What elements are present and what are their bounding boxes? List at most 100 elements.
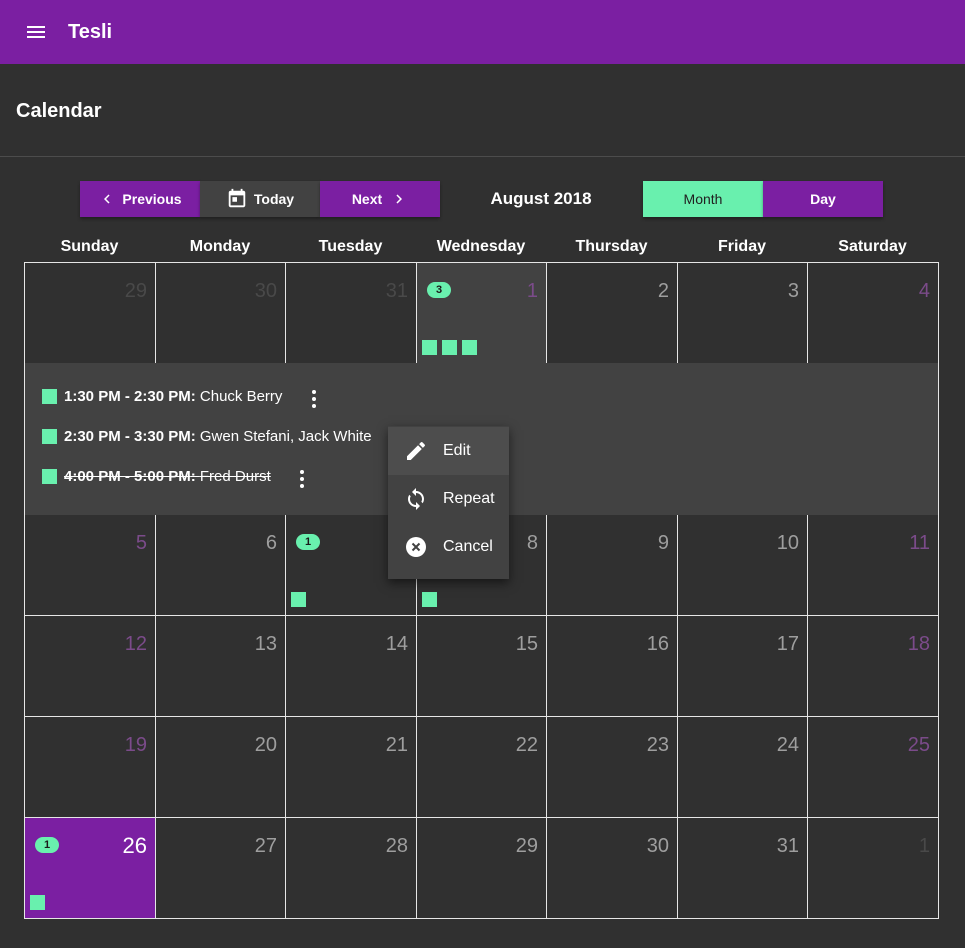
event-count-badge: 3 (427, 282, 451, 298)
day-cell[interactable]: 27 (155, 817, 286, 919)
event-color-square (42, 429, 57, 444)
month-label: August 2018 (490, 189, 592, 208)
day-number: 23 (646, 734, 669, 756)
day-cell[interactable]: 9 (546, 514, 678, 616)
event-indicator[interactable] (30, 895, 45, 910)
day-number: 29 (124, 280, 147, 302)
day-cell[interactable]: 14 (285, 615, 417, 717)
event-names: Fred Durst (199, 468, 271, 485)
day-number: 25 (907, 734, 930, 756)
day-number: 13 (254, 633, 277, 655)
day-number: 1 (918, 835, 930, 857)
day-cell[interactable]: 31 (677, 817, 808, 919)
day-cell[interactable]: 24 (677, 716, 808, 818)
menu-item-edit[interactable]: Edit (388, 427, 509, 475)
day-number: 29 (515, 835, 538, 857)
day-number: 30 (646, 835, 669, 857)
menu-icon[interactable] (24, 20, 48, 44)
day-cell[interactable]: 17 (677, 615, 808, 717)
cancel-circle-icon (406, 537, 426, 557)
day-number: 4 (918, 280, 930, 302)
event-context-menu: Edit Repeat Cancel (388, 426, 509, 579)
month-view-button[interactable]: Month (643, 181, 763, 217)
day-cell[interactable]: 19 (24, 716, 156, 818)
day-number: 3 (787, 280, 799, 302)
menu-item-cancel[interactable]: Cancel (388, 523, 509, 571)
weekday-header: Wednesday (436, 238, 526, 255)
day-number: 21 (385, 734, 408, 756)
day-cell[interactable]: 29 (416, 817, 547, 919)
app-title: Tesli (68, 21, 113, 43)
day-cell[interactable]: 29 (24, 262, 156, 364)
event-color-square (42, 389, 57, 404)
today-button[interactable]: Today (200, 181, 320, 217)
day-number: 20 (254, 734, 277, 756)
day-cell[interactable]: 22 (416, 716, 547, 818)
event-indicator[interactable] (442, 340, 457, 355)
month-view-label: Month (683, 191, 723, 207)
day-cell[interactable]: 3 (677, 262, 808, 364)
event-indicator[interactable] (422, 592, 437, 607)
day-cell[interactable]: 4 (807, 262, 939, 364)
day-cell[interactable]: 20 (155, 716, 286, 818)
more-vert-icon[interactable] (305, 387, 323, 411)
repeat-icon (408, 488, 424, 510)
weekday-header: Saturday (838, 238, 907, 255)
day-cell[interactable]: 30 (546, 817, 678, 919)
event-time: 1:30 PM - 2:30 PM (64, 388, 191, 405)
menu-item-label: Edit (443, 442, 471, 459)
day-number: 5 (135, 532, 147, 554)
day-cell[interactable]: 6 (155, 514, 286, 616)
event-names: Chuck Berry (199, 388, 283, 405)
day-number: 2 (657, 280, 669, 302)
event-names: Gwen Stefani, Jack White (199, 428, 372, 445)
weekday-header: Friday (717, 238, 766, 255)
day-number: 19 (124, 734, 147, 756)
day-number: 17 (776, 633, 799, 655)
day-cell[interactable]: 11 (807, 514, 939, 616)
day-number: 31 (385, 280, 408, 302)
event-count-badge: 1 (296, 534, 320, 550)
day-number: 10 (776, 532, 799, 554)
day-cell[interactable]: 23 (546, 716, 678, 818)
day-cell[interactable]: 13 (416, 262, 547, 364)
weekday-header: Sunday (60, 238, 119, 255)
day-number: 16 (646, 633, 669, 655)
day-cell[interactable]: 5 (24, 514, 156, 616)
event-color-square (42, 469, 57, 484)
day-cell[interactable]: 16 (546, 615, 678, 717)
weekday-header: Tuesday (318, 238, 383, 255)
day-cell[interactable]: 12 (24, 615, 156, 717)
previous-button[interactable]: Previous (80, 181, 200, 217)
day-cell[interactable]: 25 (807, 716, 939, 818)
day-view-button[interactable]: Day (763, 181, 883, 217)
event-indicator[interactable] (462, 340, 477, 355)
day-cell[interactable]: 1 (807, 817, 939, 919)
next-button[interactable]: Next (320, 181, 440, 217)
day-number: 15 (515, 633, 538, 655)
day-cell[interactable]: 21 (285, 716, 417, 818)
event-time: 4:00 PM - 5:00 PM (64, 468, 191, 485)
day-cell[interactable]: 15 (416, 615, 547, 717)
event-indicator[interactable] (291, 592, 306, 607)
day-cell[interactable]: 26 1 (24, 817, 156, 919)
day-cell[interactable]: 2 (546, 262, 678, 364)
next-label: Next (351, 191, 383, 207)
day-cell[interactable]: 13 (155, 615, 286, 717)
today-label: Today (253, 191, 295, 207)
day-number: 18 (907, 633, 930, 655)
day-number: 26 (122, 833, 147, 858)
menu-item-repeat[interactable]: Repeat (388, 475, 509, 523)
more-vert-icon[interactable] (293, 467, 311, 491)
event-indicator[interactable] (422, 340, 437, 355)
previous-label: Previous (122, 191, 182, 207)
day-number: 6 (265, 532, 277, 554)
event-time: 2:30 PM - 3:30 PM (64, 428, 191, 445)
day-cell[interactable]: 18 (807, 615, 939, 717)
day-cell[interactable]: 30 (155, 262, 286, 364)
day-number: 12 (124, 633, 147, 655)
day-cell[interactable]: 31 (285, 262, 417, 364)
pencil-icon (407, 441, 426, 460)
day-cell[interactable]: 10 (677, 514, 808, 616)
day-cell[interactable]: 28 (285, 817, 417, 919)
